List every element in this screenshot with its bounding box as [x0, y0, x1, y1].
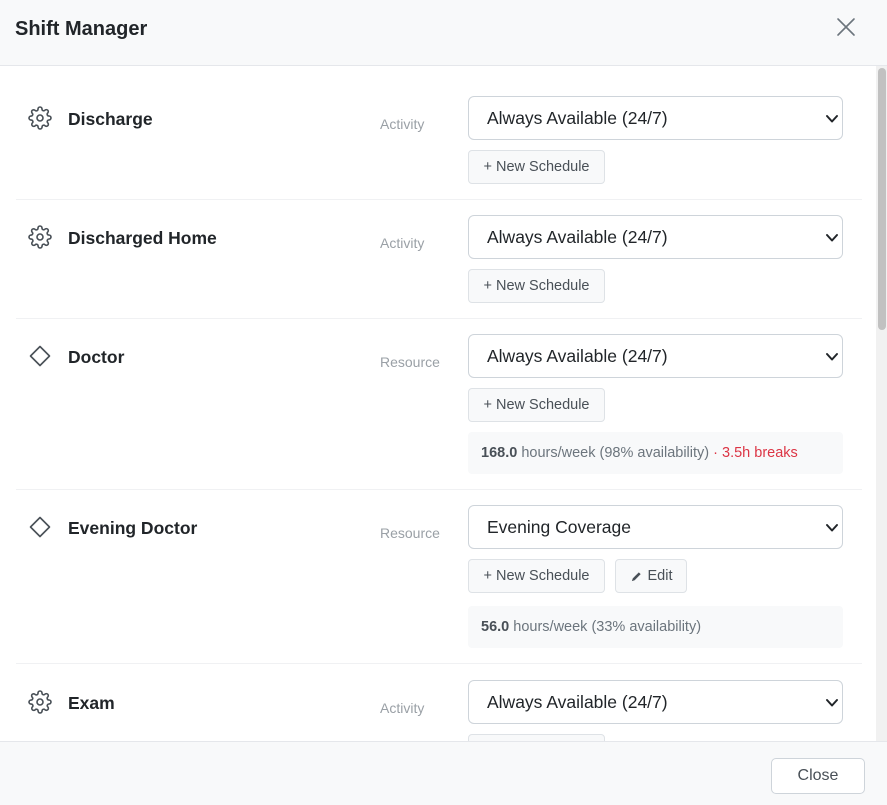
diamond-icon — [29, 345, 51, 367]
schedule-select[interactable]: Always Available (24/7) — [468, 215, 843, 259]
shift-name: Evening Doctor — [68, 518, 198, 538]
new-schedule-button[interactable]: + New Schedule — [468, 150, 605, 184]
scrollbar-thumb[interactable] — [878, 68, 886, 330]
schedule-select[interactable]: Always Available (24/7) — [468, 334, 843, 378]
shift-type: Resource — [380, 525, 440, 541]
new-schedule-button[interactable]: + New Schedule — [468, 559, 605, 593]
chevron-down-icon — [826, 699, 838, 707]
breaks-separator: · — [709, 445, 722, 461]
scrollbar[interactable] — [876, 66, 887, 741]
gear-icon — [28, 106, 52, 130]
shift-row-exam: Exam Activity Always Available (24/7) — [16, 664, 862, 741]
shift-row-evening-doctor: Evening Doctor Resource Evening Coverage… — [16, 490, 862, 664]
shift-name: Discharge — [68, 109, 153, 129]
modal-footer: Close — [0, 741, 887, 805]
modal-title: Shift Manager — [15, 18, 148, 40]
schedule-select[interactable]: Always Available (24/7) — [468, 96, 843, 140]
shift-row-doctor: Doctor Resource Always Available (24/7) … — [16, 319, 862, 490]
edit-schedule-button[interactable]: Edit — [615, 559, 687, 593]
schedule-select-value: Evening Coverage — [487, 517, 631, 537]
shift-list: Discharge Activity Always Available (24/… — [0, 66, 887, 741]
breaks-text: 3.5h breaks — [722, 445, 798, 461]
close-icon[interactable] — [834, 15, 858, 39]
shift-type: Activity — [380, 116, 425, 132]
shift-type: Activity — [380, 235, 425, 251]
shift-type: Activity — [380, 700, 425, 716]
modal-header: Shift Manager — [0, 0, 887, 66]
schedule-select[interactable]: Always Available (24/7) — [468, 680, 843, 724]
shift-type: Resource — [380, 354, 440, 370]
availability-text: hours/week (33% availability) — [509, 619, 702, 635]
schedule-select-value: Always Available (24/7) — [487, 346, 668, 366]
new-schedule-button[interactable]: + New Schedule — [468, 388, 605, 422]
chevron-down-icon — [826, 353, 838, 361]
chevron-down-icon — [826, 524, 838, 532]
weekly-hours: 168.0 — [481, 445, 518, 461]
gear-icon — [28, 690, 52, 714]
schedule-select-value: Always Available (24/7) — [487, 108, 668, 128]
availability-summary: 56.0 hours/week (33% availability) — [468, 606, 843, 648]
shift-row-discharge: Discharge Activity Always Available (24/… — [16, 66, 862, 200]
schedule-select[interactable]: Evening Coverage — [468, 505, 843, 549]
schedule-select-value: Always Available (24/7) — [487, 227, 668, 247]
new-schedule-button[interactable]: + New Schedule — [468, 269, 605, 303]
gear-icon — [28, 225, 52, 249]
shift-row-discharged-home: Discharged Home Activity Always Availabl… — [16, 200, 862, 319]
shift-name: Doctor — [68, 347, 125, 367]
schedule-select-value: Always Available (24/7) — [487, 692, 668, 712]
new-schedule-button[interactable] — [468, 734, 605, 741]
availability-text: hours/week (98% availability) — [517, 445, 710, 461]
shift-name: Exam — [68, 693, 115, 713]
diamond-icon — [29, 516, 51, 538]
shift-name: Discharged Home — [68, 228, 217, 248]
pencil-icon — [631, 571, 641, 581]
weekly-hours: 56.0 — [481, 619, 510, 635]
edit-label: Edit — [647, 568, 673, 584]
availability-summary: 168.0 hours/week (98% availability) · 3.… — [468, 432, 843, 474]
chevron-down-icon — [826, 234, 838, 242]
chevron-down-icon — [826, 115, 838, 123]
close-button[interactable]: Close — [771, 758, 865, 794]
